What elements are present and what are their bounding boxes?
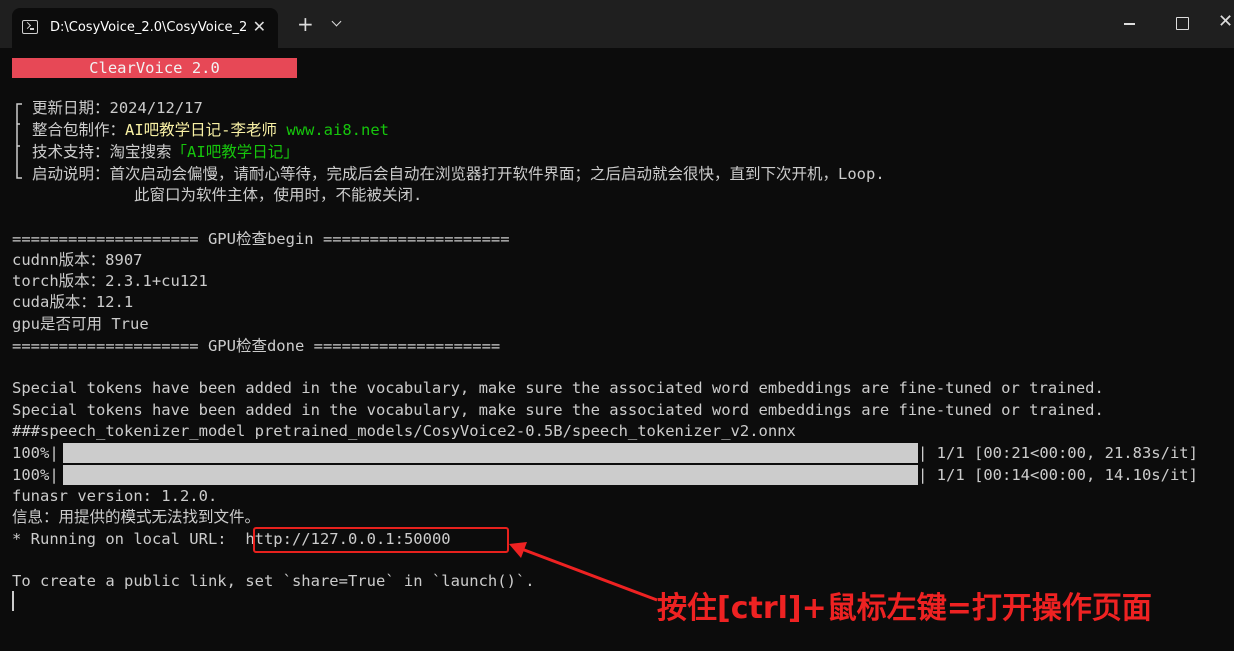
gpu-available: gpu是否可用 True [12,315,149,333]
torch-version: torch版本：2.3.1+cu121 [12,272,208,290]
info-start: 启动说明：首次启动会偏慢，请耐心等待，完成后会自动在浏览器打开软件界面；之后启动… [32,165,885,183]
url-highlight-box [253,527,509,553]
funasr-version: funasr version: 1.2.0. [12,487,218,505]
progress-stats: | 1/1 [00:21<00:00, 21.83s/it] [918,444,1198,462]
tab-title: D:\CosyVoice_2.0\CosyVoice_2 [50,20,248,35]
gpu-done: ==================== GPU检查done =========… [12,337,501,355]
maximize-button[interactable] [1162,8,1202,38]
progress-bar [63,465,918,485]
progress-bar [63,443,918,463]
info-support: 技术支持：淘宝搜索「AI吧教学日记」 [32,143,299,161]
info-start-line2: 此窗口为软件主体，使用时，不能被关闭. [134,186,423,204]
warning-line: Special tokens have been added in the vo… [12,401,1104,419]
close-window-button[interactable]: ✕ [1208,8,1234,38]
tokenizer-line: ###speech_tokenizer_model pretrained_mod… [12,422,796,440]
tab-close-icon[interactable]: ✕ [253,17,266,36]
cuda-version: cuda版本：12.1 [12,293,134,311]
annotation-arrow [509,542,658,602]
new-tab-button[interactable]: + [297,14,314,34]
bracket-decoration [16,103,22,179]
banner: ClearVoice 2.0 [12,58,297,78]
annotation-text: 按住[ctrl]+鼠标左键=打开操作页面 [657,591,1152,626]
chevron-down-icon[interactable] [332,18,341,27]
info-message: 信息：用提供的模式无法找到文件。 [12,508,261,526]
public-link-hint: To create a public link, set `share=True… [12,572,535,590]
gpu-begin: ==================== GPU检查begin ========… [12,230,510,248]
terminal-output[interactable]: ClearVoice 2.0 更新日期：2024/12/17 整合包制作：AI吧… [0,48,1234,651]
info-maker: 整合包制作：AI吧教学日记-李老师 www.ai8.net [32,121,390,139]
progress-percent: 100%| [12,466,59,484]
title-bar: D:\CosyVoice_2.0\CosyVoice_2 ✕ + ✕ [0,0,1234,48]
progress-percent: 100%| [12,444,59,462]
info-date: 更新日期：2024/12/17 [32,99,203,117]
minimize-button[interactable] [1110,8,1150,38]
terminal-icon [22,20,38,34]
warning-line: Special tokens have been added in the vo… [12,379,1104,397]
terminal-tab[interactable]: D:\CosyVoice_2.0\CosyVoice_2 ✕ [12,8,278,48]
text-cursor [12,591,14,611]
progress-stats: | 1/1 [00:14<00:00, 14.10s/it] [918,466,1198,484]
cudnn-version: cudnn版本：8907 [12,251,143,269]
